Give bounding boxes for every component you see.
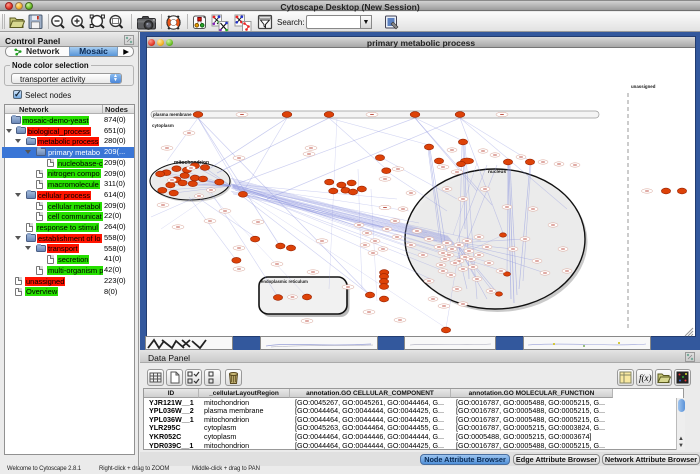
svg-text:cytoplasm: cytoplasm — [152, 123, 174, 128]
svg-text:endoplasmic reticulum: endoplasmic reticulum — [261, 279, 308, 284]
svg-text:f(x): f(x) — [639, 373, 652, 383]
svg-text:nucleus: nucleus — [488, 169, 506, 175]
svg-text:unassigned: unassigned — [631, 84, 656, 89]
svg-text:plasma membrane: plasma membrane — [153, 112, 192, 117]
